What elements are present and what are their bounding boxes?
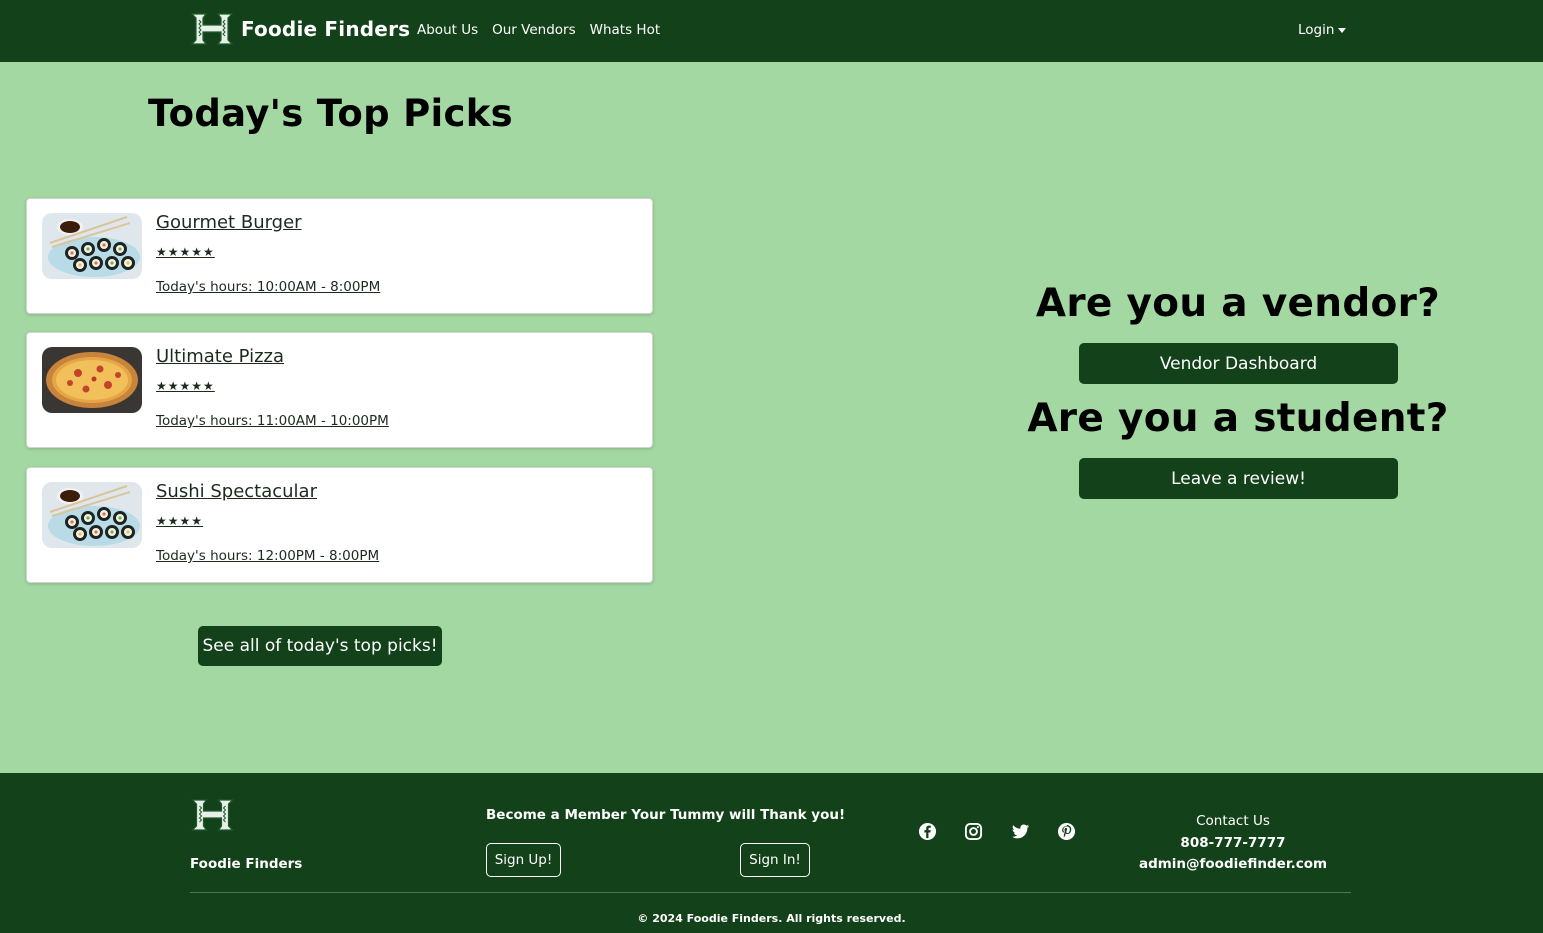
brand-link[interactable]: Foodie Finders	[190, 12, 410, 46]
vendor-hours[interactable]: Today's hours: 10:00AM - 8:00PM	[156, 279, 380, 295]
footer: Foodie Finders Become a Member Your Tumm…	[0, 773, 1543, 933]
vendor-hours[interactable]: Today's hours: 11:00AM - 10:00PM	[156, 413, 389, 429]
vendor-heading: Are you a vendor?	[1035, 281, 1441, 326]
star-rating[interactable]: ★★★★★	[156, 245, 215, 259]
pizza-image	[42, 347, 142, 413]
contact-phone: 808-777-7777	[1180, 835, 1286, 851]
brand-name: Foodie Finders	[241, 17, 411, 41]
sign-in-button[interactable]: Sign In!	[740, 843, 810, 877]
login-dropdown[interactable]: Login	[1298, 22, 1347, 38]
page-title: Today's Top Picks	[148, 92, 513, 135]
twitter-icon[interactable]	[1011, 822, 1030, 841]
vendor-name-link[interactable]: Sushi Spectacular	[156, 481, 317, 502]
vendor-hours[interactable]: Today's hours: 12:00PM - 8:00PM	[156, 548, 379, 564]
contact-heading: Contact Us	[1196, 813, 1270, 829]
pinterest-icon[interactable]	[1057, 822, 1076, 841]
sushi-image	[42, 482, 142, 548]
top-pick-card[interactable]: Gourmet Burger ★★★★★ Today's hours: 10:0…	[26, 198, 653, 314]
nav-our-vendors[interactable]: Our Vendors	[492, 22, 576, 38]
sushi-image	[42, 213, 142, 279]
top-pick-card[interactable]: Sushi Spectacular ★★★★ Today's hours: 12…	[26, 467, 653, 583]
copyright: © 2024 Foodie Finders. All rights reserv…	[637, 912, 906, 925]
star-rating[interactable]: ★★★★★	[156, 379, 215, 393]
star-rating[interactable]: ★★★★	[156, 514, 203, 528]
vendor-name-link[interactable]: Gourmet Burger	[156, 212, 302, 233]
vendor-name-link[interactable]: Ultimate Pizza	[156, 346, 284, 367]
member-tagline: Become a Member Your Tummy will Thank yo…	[486, 807, 846, 823]
contact-email[interactable]: admin@foodiefinder.com	[1118, 856, 1348, 872]
leave-review-button[interactable]: Leave a review!	[1079, 458, 1398, 499]
footer-logo-icon	[191, 799, 234, 831]
nav-about-us[interactable]: About Us	[417, 22, 478, 38]
footer-divider	[190, 892, 1351, 893]
see-all-picks-button[interactable]: See all of today's top picks!	[198, 626, 442, 666]
nav-links: About Us Our Vendors Whats Hot	[417, 22, 660, 38]
top-pick-card[interactable]: Ultimate Pizza ★★★★★ Today's hours: 11:0…	[26, 332, 653, 448]
caret-down-icon	[1338, 28, 1347, 33]
login-label: Login	[1298, 22, 1335, 38]
logo-icon	[190, 13, 234, 45]
nav-whats-hot[interactable]: Whats Hot	[590, 22, 661, 38]
vendor-dashboard-button[interactable]: Vendor Dashboard	[1079, 343, 1398, 384]
facebook-icon[interactable]	[918, 822, 937, 841]
student-heading: Are you a student?	[1027, 396, 1449, 441]
instagram-icon[interactable]	[964, 822, 983, 841]
navbar: Foodie Finders About Us Our Vendors What…	[0, 0, 1543, 62]
footer-brand: Foodie Finders	[190, 856, 303, 872]
sign-up-button[interactable]: Sign Up!	[486, 843, 561, 877]
